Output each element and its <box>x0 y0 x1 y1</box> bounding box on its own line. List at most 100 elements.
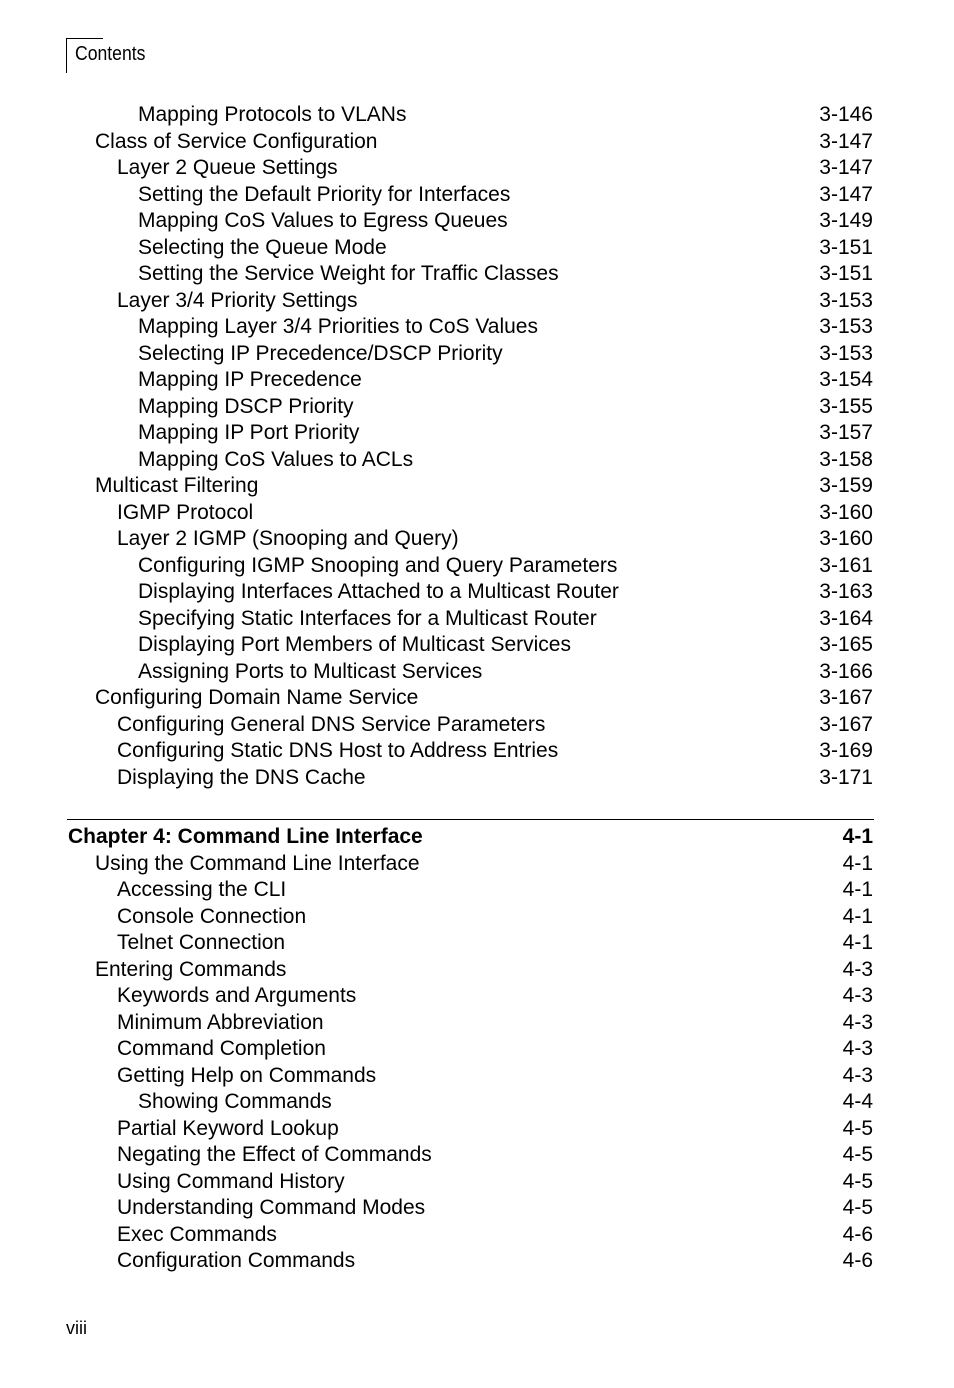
toc-entry-page[interactable]: 4-6 <box>843 1248 873 1274</box>
toc-entry-title[interactable]: Mapping DSCP Priority <box>138 394 354 420</box>
toc-entry-title[interactable]: Configuring General DNS Service Paramete… <box>117 712 545 738</box>
toc-entry-title[interactable]: Console Connection <box>117 904 306 930</box>
toc-entry[interactable]: Multicast Filtering 3-159 <box>0 473 954 499</box>
toc-entry-page[interactable]: 3-154 <box>819 367 873 393</box>
toc-entry-page[interactable]: 3-159 <box>819 473 873 499</box>
toc-entry[interactable]: Accessing the CLI 4-1 <box>0 877 954 903</box>
toc-entry-title[interactable]: Displaying Interfaces Attached to a Mult… <box>138 579 619 605</box>
toc-entry-page[interactable]: 3-146 <box>819 102 873 128</box>
toc-entry-page[interactable]: 4-3 <box>843 1063 873 1089</box>
toc-entry-title[interactable]: Assigning Ports to Multicast Services <box>138 659 482 685</box>
toc-entry-title[interactable]: IGMP Protocol <box>117 500 253 526</box>
toc-entry-page[interactable]: 4-5 <box>843 1142 873 1168</box>
toc-entry-page[interactable]: 3-161 <box>819 553 873 579</box>
toc-entry[interactable]: Mapping IP Port Priority 3-157 <box>0 420 954 446</box>
toc-entry-page[interactable]: 4-3 <box>843 957 873 983</box>
toc-entry-title[interactable]: Mapping CoS Values to ACLs <box>138 447 413 473</box>
toc-entry-title[interactable]: Class of Service Configuration <box>95 129 377 155</box>
toc-entry-page[interactable]: 3-153 <box>819 314 873 340</box>
toc-entry[interactable]: Using Command History 4-5 <box>0 1169 954 1195</box>
toc-entry[interactable]: Understanding Command Modes 4-5 <box>0 1195 954 1221</box>
toc-entry-page[interactable]: 3-153 <box>819 288 873 314</box>
toc-entry-page[interactable]: 3-160 <box>819 500 873 526</box>
toc-entry-page[interactable]: 3-158 <box>819 447 873 473</box>
toc-entry[interactable]: Keywords and Arguments 4-3 <box>0 983 954 1009</box>
toc-entry[interactable]: Displaying the DNS Cache 3-171 <box>0 765 954 791</box>
toc-entry-title[interactable]: Layer 3/4 Priority Settings <box>117 288 357 314</box>
toc-entry-page[interactable]: 3-167 <box>819 712 873 738</box>
toc-entry-title[interactable]: Keywords and Arguments <box>117 983 356 1009</box>
toc-entry-title[interactable]: Command Completion <box>117 1036 326 1062</box>
toc-entry[interactable]: Console Connection 4-1 <box>0 904 954 930</box>
toc-entry[interactable]: Layer 3/4 Priority Settings 3-153 <box>0 288 954 314</box>
toc-entry-page[interactable]: 4-3 <box>843 983 873 1009</box>
toc-entry[interactable]: Configuring General DNS Service Paramete… <box>0 712 954 738</box>
toc-entry-title[interactable]: Specifying Static Interfaces for a Multi… <box>138 606 597 632</box>
toc-entry-page[interactable]: 4-5 <box>843 1195 873 1221</box>
toc-entry-title[interactable]: Negating the Effect of Commands <box>117 1142 432 1168</box>
toc-entry-title[interactable]: Entering Commands <box>95 957 286 983</box>
toc-entry-title[interactable]: Multicast Filtering <box>95 473 258 499</box>
toc-entry-title[interactable]: Displaying Port Members of Multicast Ser… <box>138 632 571 658</box>
toc-entry-title[interactable]: Using Command History <box>117 1169 345 1195</box>
toc-entry[interactable]: Configuration Commands 4-6 <box>0 1248 954 1274</box>
toc-entry-title[interactable]: Configuring Static DNS Host to Address E… <box>117 738 558 764</box>
toc-entry-title[interactable]: Understanding Command Modes <box>117 1195 425 1221</box>
toc-entry[interactable]: Displaying Interfaces Attached to a Mult… <box>0 579 954 605</box>
toc-entry-title[interactable]: Selecting IP Precedence/DSCP Priority <box>138 341 503 367</box>
toc-entry-page[interactable]: 4-3 <box>843 1036 873 1062</box>
toc-entry[interactable]: Negating the Effect of Commands 4-5 <box>0 1142 954 1168</box>
toc-entry[interactable]: Mapping IP Precedence 3-154 <box>0 367 954 393</box>
toc-entry[interactable]: Layer 2 IGMP (Snooping and Query) 3-160 <box>0 526 954 552</box>
toc-entry-page[interactable]: 3-169 <box>819 738 873 764</box>
toc-entry-title[interactable]: Using the Command Line Interface <box>95 851 420 877</box>
toc-entry-title[interactable]: Telnet Connection <box>117 930 285 956</box>
toc-entry-page[interactable]: 3-171 <box>819 765 873 791</box>
toc-entry-title[interactable]: Configuring IGMP Snooping and Query Para… <box>138 553 617 579</box>
toc-entry-title[interactable]: Mapping IP Port Priority <box>138 420 359 446</box>
toc-entry[interactable]: Configuring Domain Name Service 3-167 <box>0 685 954 711</box>
toc-entry[interactable]: Layer 2 Queue Settings 3-147 <box>0 155 954 181</box>
toc-entry[interactable]: Mapping CoS Values to ACLs 3-158 <box>0 447 954 473</box>
toc-entry-page[interactable]: 3-151 <box>819 235 873 261</box>
toc-entry-page[interactable]: 4-1 <box>843 877 873 903</box>
toc-entry-page[interactable]: 4-3 <box>843 1010 873 1036</box>
toc-entry-title[interactable]: Mapping Layer 3/4 Priorities to CoS Valu… <box>138 314 538 340</box>
toc-entry-page[interactable]: 3-149 <box>819 208 873 234</box>
toc-entry[interactable]: Mapping DSCP Priority 3-155 <box>0 394 954 420</box>
toc-entry-page[interactable]: 3-164 <box>819 606 873 632</box>
toc-entry[interactable]: Class of Service Configuration 3-147 <box>0 129 954 155</box>
toc-entry-title[interactable]: Setting the Default Priority for Interfa… <box>138 182 510 208</box>
toc-entry[interactable]: Getting Help on Commands 4-3 <box>0 1063 954 1089</box>
toc-entry-title[interactable]: Mapping CoS Values to Egress Queues <box>138 208 508 234</box>
toc-entry-page[interactable]: 3-147 <box>819 129 873 155</box>
toc-entry-title[interactable]: Layer 2 IGMP (Snooping and Query) <box>117 526 459 552</box>
toc-entry[interactable]: Displaying Port Members of Multicast Ser… <box>0 632 954 658</box>
toc-entry-page[interactable]: 3-151 <box>819 261 873 287</box>
toc-entry-title[interactable]: Displaying the DNS Cache <box>117 765 366 791</box>
toc-entry-page[interactable]: 4-1 <box>843 930 873 956</box>
toc-entry-page[interactable]: 3-160 <box>819 526 873 552</box>
toc-entry-title[interactable]: Accessing the CLI <box>117 877 286 903</box>
toc-entry[interactable]: Entering Commands 4-3 <box>0 957 954 983</box>
toc-entry-page[interactable]: 4-5 <box>843 1169 873 1195</box>
toc-entry[interactable]: Specifying Static Interfaces for a Multi… <box>0 606 954 632</box>
toc-entry[interactable]: Telnet Connection 4-1 <box>0 930 954 956</box>
toc-entry-page[interactable]: 3-166 <box>819 659 873 685</box>
toc-entry-page[interactable]: 3-153 <box>819 341 873 367</box>
toc-entry[interactable]: Command Completion 4-3 <box>0 1036 954 1062</box>
toc-entry-title[interactable]: Mapping Protocols to VLANs <box>138 102 406 128</box>
toc-entry[interactable]: Mapping Protocols to VLANs 3-146 <box>0 102 954 128</box>
toc-entry[interactable]: Showing Commands 4-4 <box>0 1089 954 1115</box>
toc-entry-page[interactable]: 3-167 <box>819 685 873 711</box>
toc-entry-title[interactable]: Chapter 4: Command Line Interface <box>68 824 423 850</box>
toc-entry[interactable]: Using the Command Line Interface 4-1 <box>0 851 954 877</box>
toc-entry-page[interactable]: 4-1 <box>843 904 873 930</box>
toc-entry-title[interactable]: Showing Commands <box>138 1089 332 1115</box>
toc-entry-page[interactable]: 4-4 <box>843 1089 873 1115</box>
toc-entry-page[interactable]: 4-1 <box>843 851 873 877</box>
toc-entry-page[interactable]: 4-5 <box>843 1116 873 1142</box>
toc-entry[interactable]: Mapping Layer 3/4 Priorities to CoS Valu… <box>0 314 954 340</box>
toc-entry-page[interactable]: 3-163 <box>819 579 873 605</box>
toc-entry[interactable]: Configuring Static DNS Host to Address E… <box>0 738 954 764</box>
